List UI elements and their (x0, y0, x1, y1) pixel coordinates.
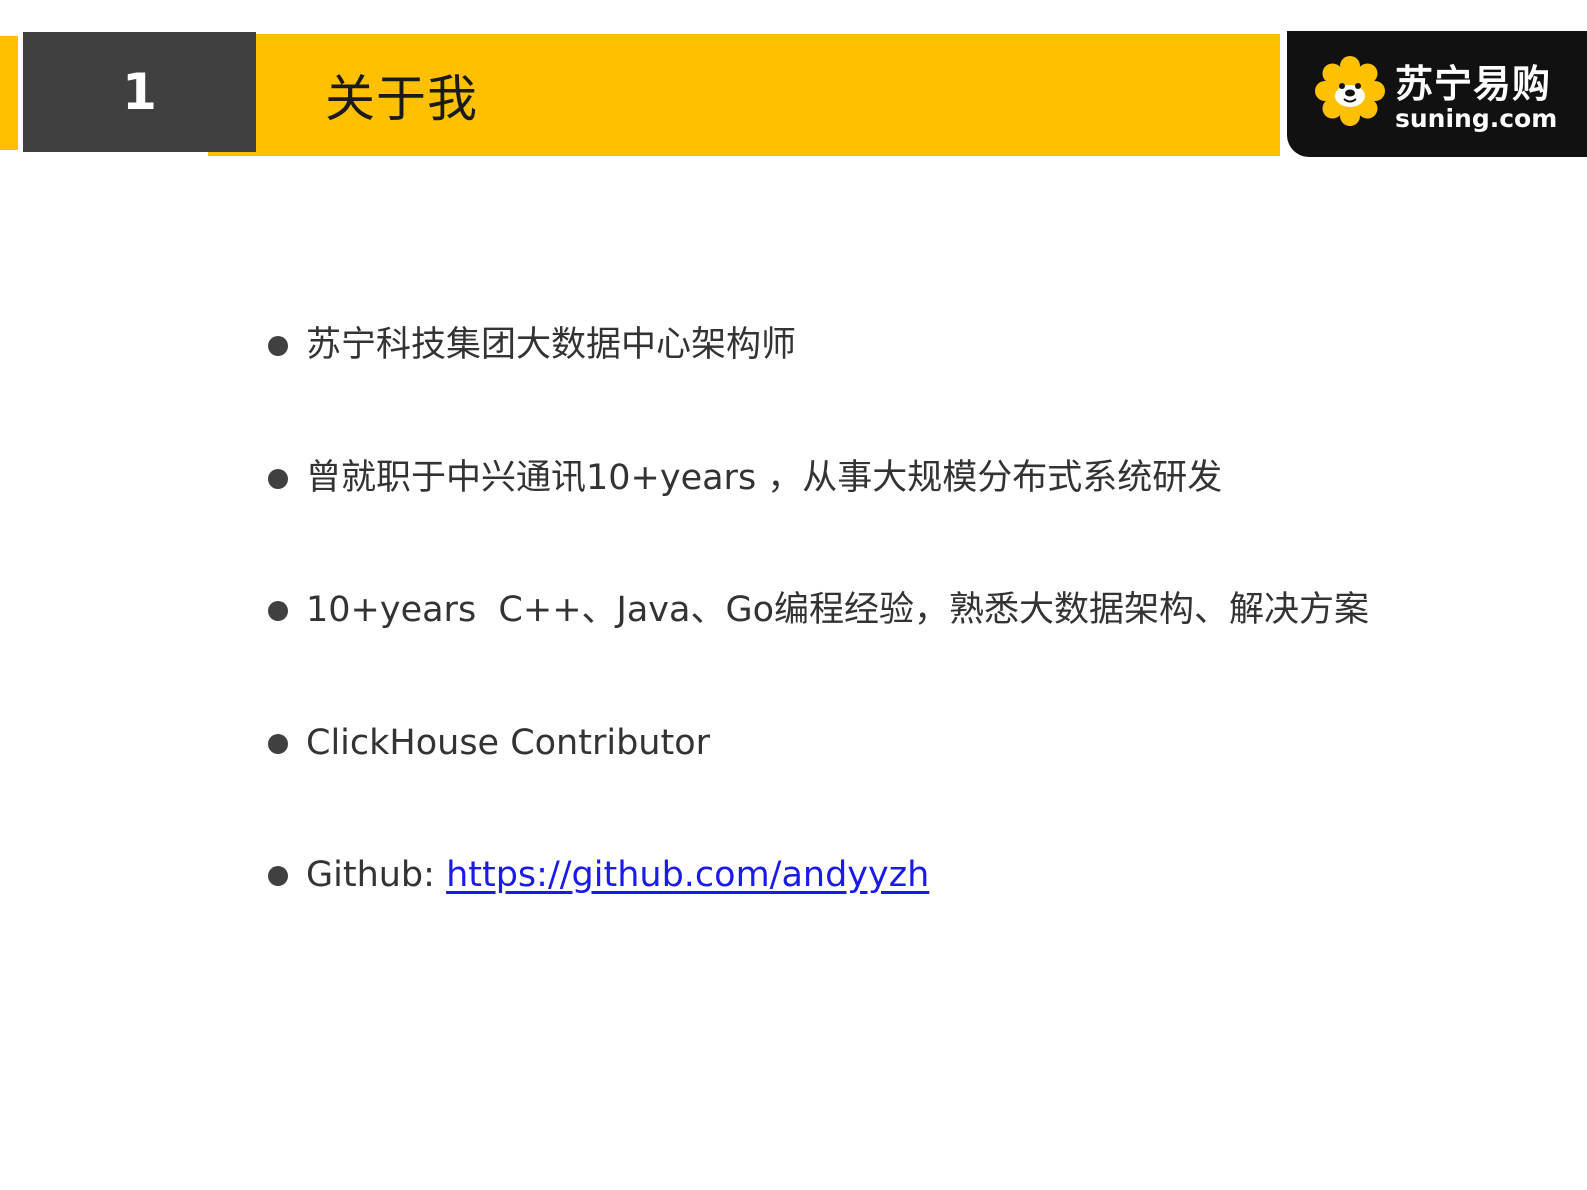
lion-mascot-icon (1315, 56, 1385, 126)
list-item: 曾就职于中兴通讯10+years ，从事大规模分布式系统研发 (268, 445, 1369, 578)
github-link[interactable]: https://github.com/andyyzh (446, 855, 929, 895)
logo-brand-en: suning.com (1395, 104, 1558, 133)
github-line: Github: https://github.com/andyyzh (306, 842, 929, 908)
bullet-dot (268, 336, 288, 356)
brand-logo: 苏宁易购 suning.com (1287, 31, 1587, 157)
section-number: 1 (23, 32, 256, 152)
slide: 1 关于我 苏宁易购 suning.com 苏宁科技集团大数据中心架构师 曾就职… (0, 0, 1587, 1190)
bullet-text: 苏宁科技集团大数据中心架构师 (306, 325, 797, 365)
list-item: ClickHouse Contributor (268, 710, 1369, 843)
github-label: Github: (306, 855, 447, 895)
bullet-text: 曾就职于中兴通讯10+years ，从事大规模分布式系统研发 (306, 457, 1223, 498)
list-item: Github: https://github.com/andyyzh (268, 842, 1369, 975)
bullet-dot (268, 468, 288, 489)
list-item: 10+years C++、Java、Go编程经验，熟悉大数据架构、解决方案 (268, 577, 1369, 710)
bullet-dot (268, 733, 288, 754)
left-accent-bar (0, 36, 18, 150)
list-item: 苏宁科技集团大数据中心架构师 (268, 312, 1369, 445)
page-title: 关于我 (325, 70, 478, 128)
bullet-text: 10+years C++、Java、Go编程经验，熟悉大数据架构、解决方案 (306, 590, 1369, 630)
bullet-text: ClickHouse Contributor (306, 722, 711, 763)
bullet-dot (268, 601, 288, 621)
logo-brand-cn: 苏宁易购 (1395, 62, 1552, 106)
bullet-dot (268, 866, 288, 886)
bullet-list: 苏宁科技集团大数据中心架构师 曾就职于中兴通讯10+years ，从事大规模分布… (268, 312, 1369, 975)
